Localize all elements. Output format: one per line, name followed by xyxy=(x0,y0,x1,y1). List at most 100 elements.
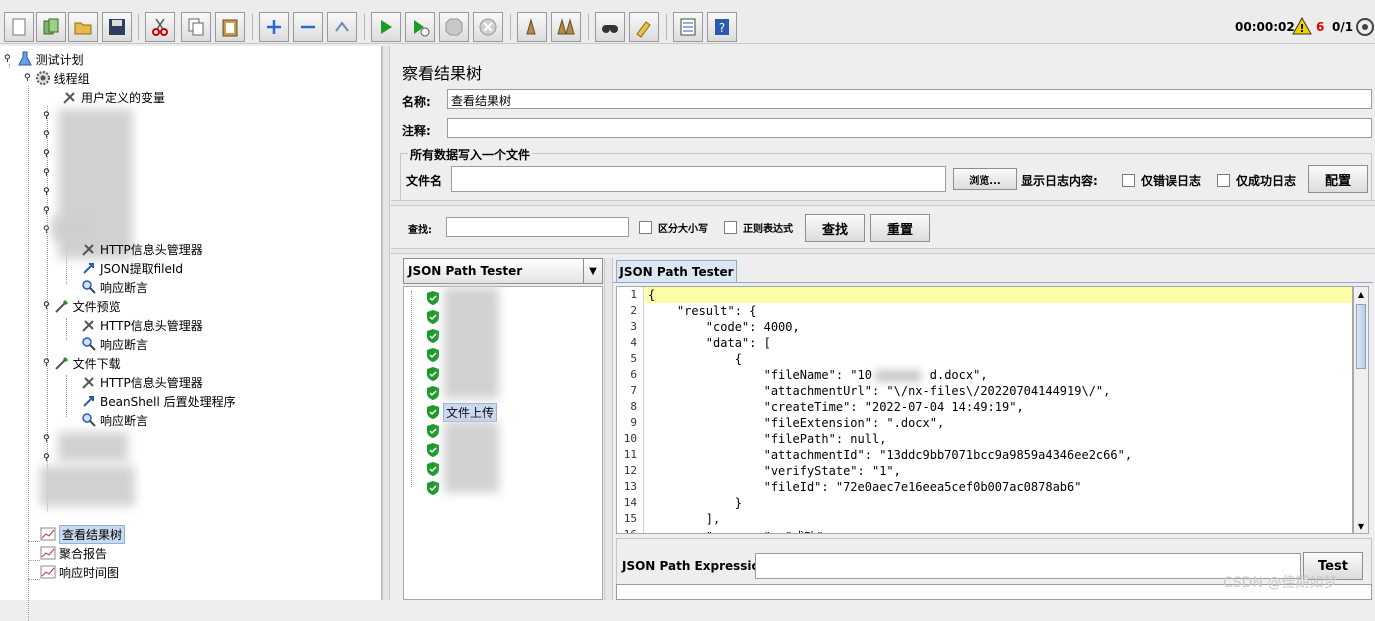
success-shield-icon xyxy=(427,405,439,419)
list-item[interactable] xyxy=(426,327,443,345)
tab-json-path-tester[interactable]: JSON Path Tester xyxy=(616,260,737,282)
list-item[interactable] xyxy=(426,308,443,326)
expand-icon[interactable] xyxy=(259,12,289,42)
list-item[interactable] xyxy=(426,365,443,383)
split-pane-divider[interactable] xyxy=(382,46,390,600)
tree-expander[interactable]: ⚲ xyxy=(43,221,50,239)
collapse-icon[interactable] xyxy=(293,12,323,42)
open-icon[interactable] xyxy=(68,12,98,42)
tree-node-response-assertion[interactable]: 响应断言 xyxy=(81,335,148,353)
reset-search-icon[interactable] xyxy=(629,12,659,42)
list-item[interactable] xyxy=(426,346,443,364)
tree-expander[interactable]: ⚲ xyxy=(43,164,50,182)
tree-node-http-header-manager[interactable]: HTTP信息头管理器 xyxy=(81,240,203,258)
svg-text:!: ! xyxy=(1299,22,1304,35)
scrollbar-thumb[interactable] xyxy=(1356,304,1366,369)
split-divider[interactable] xyxy=(391,248,1375,254)
tree-node-file-preview[interactable]: ⚲ 文件预览 xyxy=(43,297,121,315)
list-item[interactable] xyxy=(426,460,443,478)
list-item[interactable] xyxy=(426,384,443,402)
list-item[interactable] xyxy=(426,289,443,307)
tree-node-user-vars[interactable]: 用户定义的变量 xyxy=(62,88,165,106)
success-shield-icon xyxy=(427,291,439,305)
stop-icon[interactable] xyxy=(439,12,469,42)
comment-field[interactable] xyxy=(447,118,1372,138)
json-line: "result": { xyxy=(648,304,757,318)
json-line: "message": "成功", xyxy=(648,528,831,533)
tree-expander[interactable]: ⚲ xyxy=(43,183,50,201)
line-number: 1 xyxy=(630,288,637,301)
tree-node-beanshell-postprocessor[interactable]: BeanShell 后置处理程序 xyxy=(81,392,236,410)
templates-icon[interactable] xyxy=(36,12,66,42)
json-line: { xyxy=(648,352,742,366)
tree-expander[interactable]: ⚲ xyxy=(43,107,50,125)
tree-expander[interactable]: ⚲ xyxy=(43,202,50,220)
regex-checkbox[interactable]: 正则表达式 xyxy=(724,220,793,235)
new-icon[interactable] xyxy=(4,12,34,42)
line-number: 10 xyxy=(623,432,637,445)
browse-button[interactable]: 浏览... xyxy=(953,168,1017,190)
tree-expander[interactable]: ⚲ xyxy=(43,449,50,467)
tree-node-file-download[interactable]: ⚲ 文件下载 xyxy=(43,354,121,372)
clear-icon[interactable] xyxy=(517,12,547,42)
reset-button[interactable]: 重置 xyxy=(870,214,930,242)
tree-node-http-header-manager[interactable]: HTTP信息头管理器 xyxy=(81,316,203,334)
tree-node-aggregate-report[interactable]: 聚合报告 xyxy=(40,544,107,562)
svg-text:?: ? xyxy=(719,21,725,35)
scroll-up-icon[interactable]: ▲ xyxy=(1354,287,1368,301)
configure-button[interactable]: 配置 xyxy=(1308,165,1368,193)
extractor-arrow-icon xyxy=(81,393,97,409)
help-icon[interactable]: ? xyxy=(707,12,737,42)
warning-icon[interactable]: ! xyxy=(1292,16,1312,35)
list-item-selected[interactable]: 文件上传 xyxy=(426,402,498,422)
start-no-pause-icon[interactable] xyxy=(405,12,435,42)
cut-icon[interactable] xyxy=(145,12,175,42)
view-results-tree-panel: 察看结果树 名称: 查看结果树 注释: 所有数据写入一个文件 文件名 浏览...… xyxy=(391,46,1375,600)
list-item[interactable] xyxy=(426,422,443,440)
tree-node-response-assertion[interactable]: 响应断言 xyxy=(81,278,148,296)
redacted-region xyxy=(444,287,499,399)
tree-node-response-time-graph[interactable]: 响应时间图 xyxy=(40,563,119,581)
case-sensitive-checkbox[interactable]: 区分大小写 xyxy=(639,220,708,235)
tree-node-view-results-tree[interactable]: 查看结果树 xyxy=(40,524,126,544)
response-json-viewer[interactable]: 12345678910111213141516 { "result": { "c… xyxy=(616,286,1353,534)
success-only-checkbox[interactable]: 仅成功日志 xyxy=(1217,172,1296,189)
success-shield-icon xyxy=(427,367,439,381)
watermark: CSDN @佳期如梦 xyxy=(1223,575,1338,591)
errors-only-checkbox[interactable]: 仅错误日志 xyxy=(1122,172,1201,189)
line-number: 9 xyxy=(630,416,637,429)
shutdown-icon[interactable] xyxy=(473,12,503,42)
split-divider[interactable] xyxy=(391,200,1375,206)
json-path-expression-input[interactable] xyxy=(755,553,1301,579)
renderer-select[interactable]: JSON Path Tester ▼ xyxy=(403,258,603,284)
save-icon[interactable] xyxy=(102,12,132,42)
filename-field[interactable] xyxy=(451,166,946,192)
tree-node-test-plan[interactable]: ⚲ 测试计划 xyxy=(4,50,84,68)
copy-icon[interactable] xyxy=(181,12,211,42)
paste-icon[interactable] xyxy=(215,12,245,42)
clear-all-icon[interactable] xyxy=(551,12,581,42)
vertical-scrollbar[interactable]: ▲ ▼ xyxy=(1353,286,1369,534)
tree-node-json-extractor[interactable]: JSON提取fileId xyxy=(81,259,183,277)
tree-expander[interactable]: ⚲ xyxy=(43,126,50,144)
toggle-icon[interactable] xyxy=(327,12,357,42)
scroll-down-icon[interactable]: ▼ xyxy=(1354,519,1368,533)
tree-expander[interactable]: ⚲ xyxy=(43,145,50,163)
tree-node-thread-group[interactable]: ⚲ 线程组 xyxy=(24,69,90,87)
search-input[interactable] xyxy=(446,217,629,237)
function-helper-icon[interactable] xyxy=(673,12,703,42)
search-icon[interactable] xyxy=(595,12,625,42)
list-item[interactable] xyxy=(426,479,443,497)
tree-node-http-header-manager[interactable]: HTTP信息头管理器 xyxy=(81,373,203,391)
tree-node-response-assertion[interactable]: 响应断言 xyxy=(81,411,148,429)
elapsed-timer: 00:00:02 xyxy=(1235,20,1295,34)
start-icon[interactable] xyxy=(371,12,401,42)
split-divider[interactable] xyxy=(604,258,613,600)
test-plan-tree: ⚲ 测试计划 ⚲ 线程组 用户定义的变量 ⚲ ⚲ ⚲ ⚲ ⚲ ⚲ ⚲ HTTP信… xyxy=(0,46,382,621)
magnifier-icon xyxy=(81,336,97,352)
tree-expander[interactable]: ⚲ xyxy=(43,430,50,448)
find-button[interactable]: 查找 xyxy=(805,214,865,242)
list-item[interactable] xyxy=(426,441,443,459)
success-shield-icon xyxy=(427,329,439,343)
name-field[interactable]: 查看结果树 xyxy=(447,89,1372,109)
